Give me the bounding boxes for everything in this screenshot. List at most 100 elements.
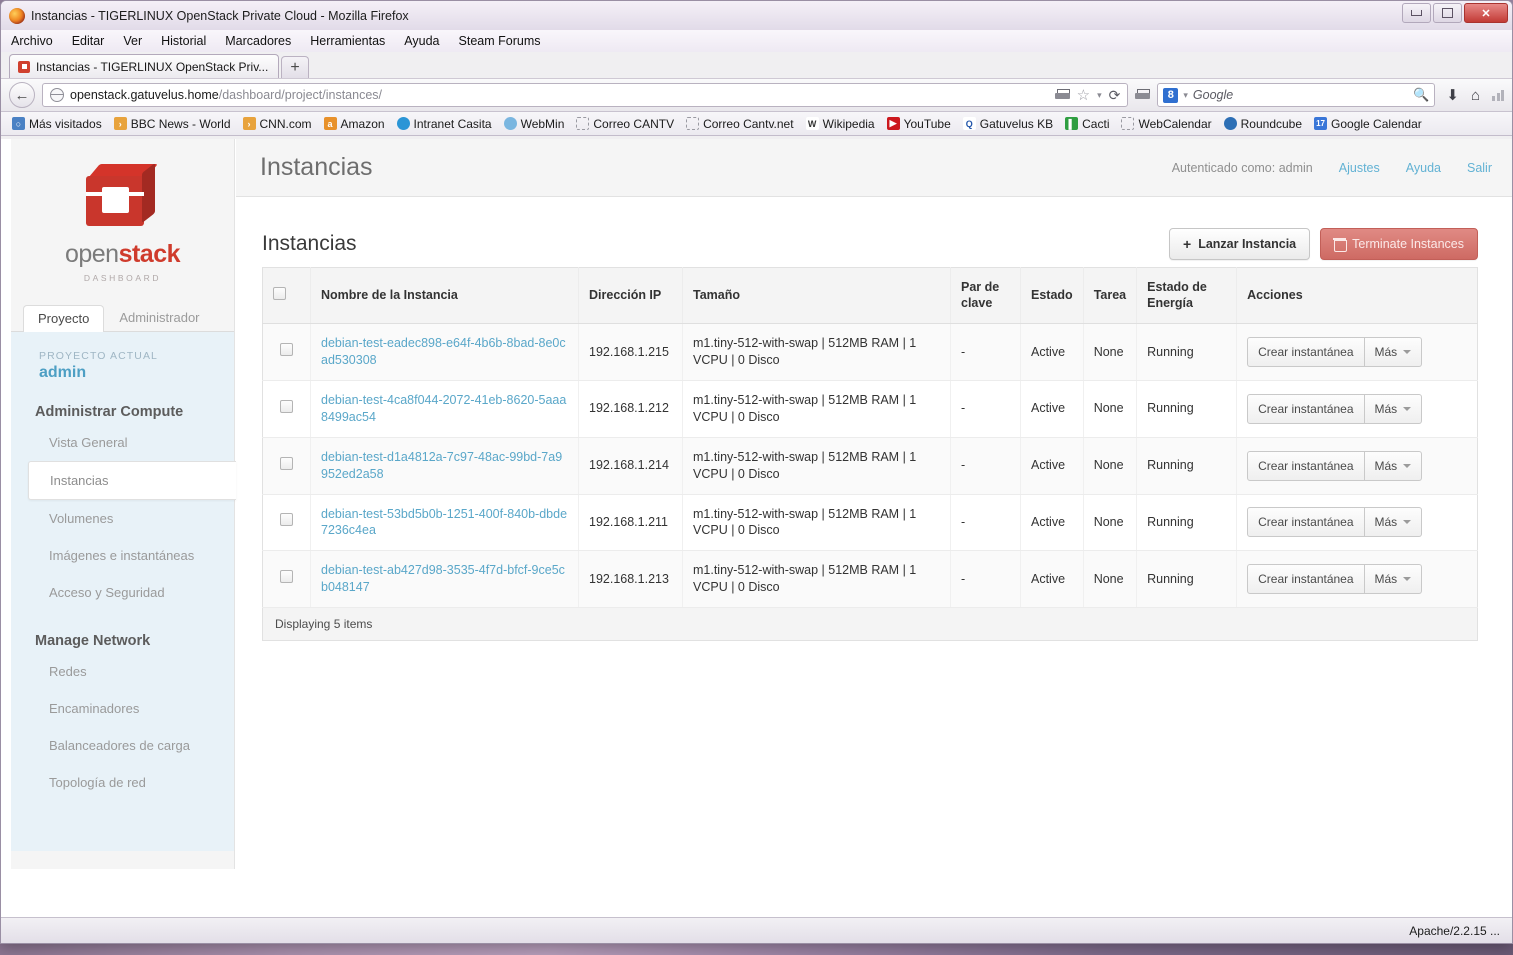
instance-link[interactable]: debian-test-eadec898-e64f-4b6b-8bad-8e0c… bbox=[321, 336, 566, 367]
search-input[interactable]: Google bbox=[1193, 88, 1233, 102]
sidebar-item-topologia[interactable]: Topología de red bbox=[11, 764, 234, 801]
bookmark-roundcube[interactable]: Roundcube bbox=[1219, 116, 1307, 132]
bookmark-youtube[interactable]: ▶ YouTube bbox=[882, 116, 956, 132]
cell-size: m1.tiny-512-with-swap | 512MB RAM | 1 VC… bbox=[682, 437, 951, 495]
bookmark-wikipedia[interactable]: W Wikipedia bbox=[801, 116, 880, 132]
menu-editar[interactable]: Editar bbox=[72, 34, 105, 48]
bookmark-gatuvelus-kb[interactable]: Q Gatuvelus KB bbox=[958, 116, 1058, 132]
link-ajustes[interactable]: Ajustes bbox=[1339, 161, 1380, 175]
create-snapshot-button[interactable]: Crear instantánea bbox=[1247, 450, 1365, 481]
cell-task: None bbox=[1083, 494, 1138, 552]
downloads-icon[interactable]: ⬇ bbox=[1446, 86, 1459, 104]
th-status[interactable]: Estado bbox=[1020, 267, 1084, 325]
reload-icon[interactable]: ⟳ bbox=[1109, 87, 1121, 104]
instance-link[interactable]: debian-test-4ca8f044-2072-41eb-8620-5aaa… bbox=[321, 393, 566, 424]
bookmark-cacti[interactable]: ▌ Cacti bbox=[1060, 116, 1114, 132]
google-engine-icon[interactable]: 8 bbox=[1163, 87, 1179, 103]
browser-tab-active[interactable]: Instancias - TIGERLINUX OpenStack Priv..… bbox=[9, 54, 279, 78]
row-checkbox[interactable] bbox=[280, 343, 293, 357]
bookmark-mas-visitados[interactable]: ○ Más visitados bbox=[7, 116, 107, 132]
engine-chevron-icon[interactable]: ▾ bbox=[1183, 90, 1188, 101]
url-bar[interactable]: openstack.gatuvelus.home/dashboard/proje… bbox=[42, 83, 1129, 107]
page-viewport: openstack DASHBOARD Proyecto Administrad… bbox=[1, 139, 1512, 919]
current-project-label: PROYECTO ACTUAL bbox=[39, 350, 158, 362]
minimize-button[interactable] bbox=[1402, 3, 1431, 23]
create-snapshot-button[interactable]: Crear instantánea bbox=[1247, 393, 1365, 424]
menu-archivo[interactable]: Archivo bbox=[11, 34, 53, 48]
sidebar-item-balanceadores[interactable]: Balanceadores de carga bbox=[11, 727, 234, 764]
more-actions-button[interactable]: Más bbox=[1364, 450, 1423, 481]
sidebar-item-encaminadores[interactable]: Encaminadores bbox=[11, 690, 234, 727]
cell-keypair: - bbox=[950, 380, 1021, 438]
menu-marcadores[interactable]: Marcadores bbox=[225, 34, 291, 48]
instance-link[interactable]: debian-test-ab427d98-3535-4f7d-bfcf-9ce5… bbox=[321, 563, 565, 594]
cell-keypair: - bbox=[950, 437, 1021, 495]
create-snapshot-button[interactable]: Crear instantánea bbox=[1247, 337, 1365, 368]
chevron-down-icon[interactable]: ▾ bbox=[1097, 90, 1102, 101]
menu-ayuda[interactable]: Ayuda bbox=[404, 34, 439, 48]
select-all-checkbox[interactable] bbox=[273, 286, 286, 300]
sidebar-item-instancias[interactable]: Instancias bbox=[28, 461, 236, 500]
th-keypair[interactable]: Par de clave bbox=[950, 267, 1021, 325]
home-icon[interactable]: ⌂ bbox=[1471, 87, 1480, 104]
th-instance-name[interactable]: Nombre de la Instancia bbox=[310, 267, 579, 325]
sidebar-item-imagenes[interactable]: Imágenes e instantáneas bbox=[11, 537, 234, 574]
more-actions-button[interactable]: Más bbox=[1364, 564, 1423, 595]
row-checkbox[interactable] bbox=[280, 399, 293, 413]
instance-link[interactable]: debian-test-53bd5b0b-1251-400f-840b-dbde… bbox=[321, 507, 567, 538]
launch-instance-button[interactable]: + Lanzar Instancia bbox=[1169, 228, 1311, 260]
create-snapshot-button[interactable]: Crear instantánea bbox=[1247, 507, 1365, 538]
link-salir[interactable]: Salir bbox=[1467, 161, 1492, 175]
terminate-instances-button[interactable]: Terminate Instances bbox=[1320, 228, 1478, 260]
menu-historial[interactable]: Historial bbox=[161, 34, 206, 48]
th-power-state[interactable]: Estado de Energía bbox=[1136, 267, 1238, 325]
subscribe-icon[interactable] bbox=[1054, 89, 1070, 101]
row-checkbox[interactable] bbox=[280, 513, 293, 527]
sidebar-item-redes[interactable]: Redes bbox=[11, 653, 234, 690]
bookmark-webmin[interactable]: WebMin bbox=[499, 116, 570, 132]
instances-table: Nombre de la Instancia Dirección IP Tama… bbox=[262, 267, 1478, 608]
instance-link[interactable]: debian-test-d1a4812a-7c97-48ac-99bd-7a99… bbox=[321, 450, 562, 481]
sidebar-item-acceso-seguridad[interactable]: Acceso y Seguridad bbox=[11, 574, 234, 611]
row-checkbox[interactable] bbox=[280, 456, 293, 470]
stats-icon[interactable] bbox=[1492, 89, 1504, 101]
back-button[interactable]: ← bbox=[9, 82, 35, 108]
tab-administrador[interactable]: Administrador bbox=[104, 304, 214, 331]
th-ip-address[interactable]: Dirección IP bbox=[578, 267, 683, 325]
bookmark-intranet-casita[interactable]: Intranet Casita bbox=[392, 116, 497, 132]
window-controls: ✕ bbox=[1402, 3, 1508, 23]
tab-proyecto[interactable]: Proyecto bbox=[23, 305, 105, 332]
row-action-group: Crear instantánea Más bbox=[1247, 450, 1423, 481]
maximize-button[interactable] bbox=[1433, 3, 1462, 23]
menu-steam-forums[interactable]: Steam Forums bbox=[459, 34, 541, 48]
more-actions-button[interactable]: Más bbox=[1364, 393, 1423, 424]
bookmark-correo-cantv-net[interactable]: Correo Cantv.net bbox=[681, 116, 799, 132]
row-checkbox[interactable] bbox=[280, 570, 293, 584]
search-icon[interactable]: 🔍 bbox=[1413, 87, 1429, 103]
print-button[interactable] bbox=[1135, 89, 1151, 101]
menu-herramientas[interactable]: Herramientas bbox=[310, 34, 385, 48]
rss-icon: › bbox=[113, 117, 127, 130]
link-ayuda[interactable]: Ayuda bbox=[1406, 161, 1441, 175]
bookmark-bbc-news[interactable]: › BBC News - World bbox=[109, 116, 236, 132]
content-topbar: Instancias Autenticado como: admin Ajust… bbox=[236, 139, 1512, 197]
more-actions-button[interactable]: Más bbox=[1364, 337, 1423, 368]
bookmark-amazon[interactable]: a Amazon bbox=[319, 116, 390, 132]
bookmark-label: Roundcube bbox=[1240, 116, 1303, 131]
bookmark-google-calendar[interactable]: 17 Google Calendar bbox=[1309, 116, 1427, 132]
bookmark-correo-cantv[interactable]: Correo CANTV bbox=[571, 116, 679, 132]
close-button[interactable]: ✕ bbox=[1464, 3, 1508, 23]
bookmark-star-icon[interactable]: ☆ bbox=[1077, 86, 1090, 104]
sidebar-item-volumenes[interactable]: Volumenes bbox=[11, 500, 234, 537]
th-task[interactable]: Tarea bbox=[1083, 267, 1138, 325]
current-project-value: admin bbox=[39, 364, 87, 381]
menu-ver[interactable]: Ver bbox=[123, 34, 142, 48]
more-actions-button[interactable]: Más bbox=[1364, 507, 1423, 538]
create-snapshot-button[interactable]: Crear instantánea bbox=[1247, 564, 1365, 595]
bookmark-webcalendar[interactable]: WebCalendar bbox=[1116, 116, 1216, 132]
search-bar[interactable]: 8 ▾ Google 🔍 bbox=[1157, 83, 1436, 107]
sidebar-item-vista-general[interactable]: Vista General bbox=[11, 424, 234, 461]
new-tab-button[interactable]: + bbox=[281, 56, 309, 78]
bookmark-cnn[interactable]: › CNN.com bbox=[238, 116, 317, 132]
th-size[interactable]: Tamaño bbox=[682, 267, 951, 325]
